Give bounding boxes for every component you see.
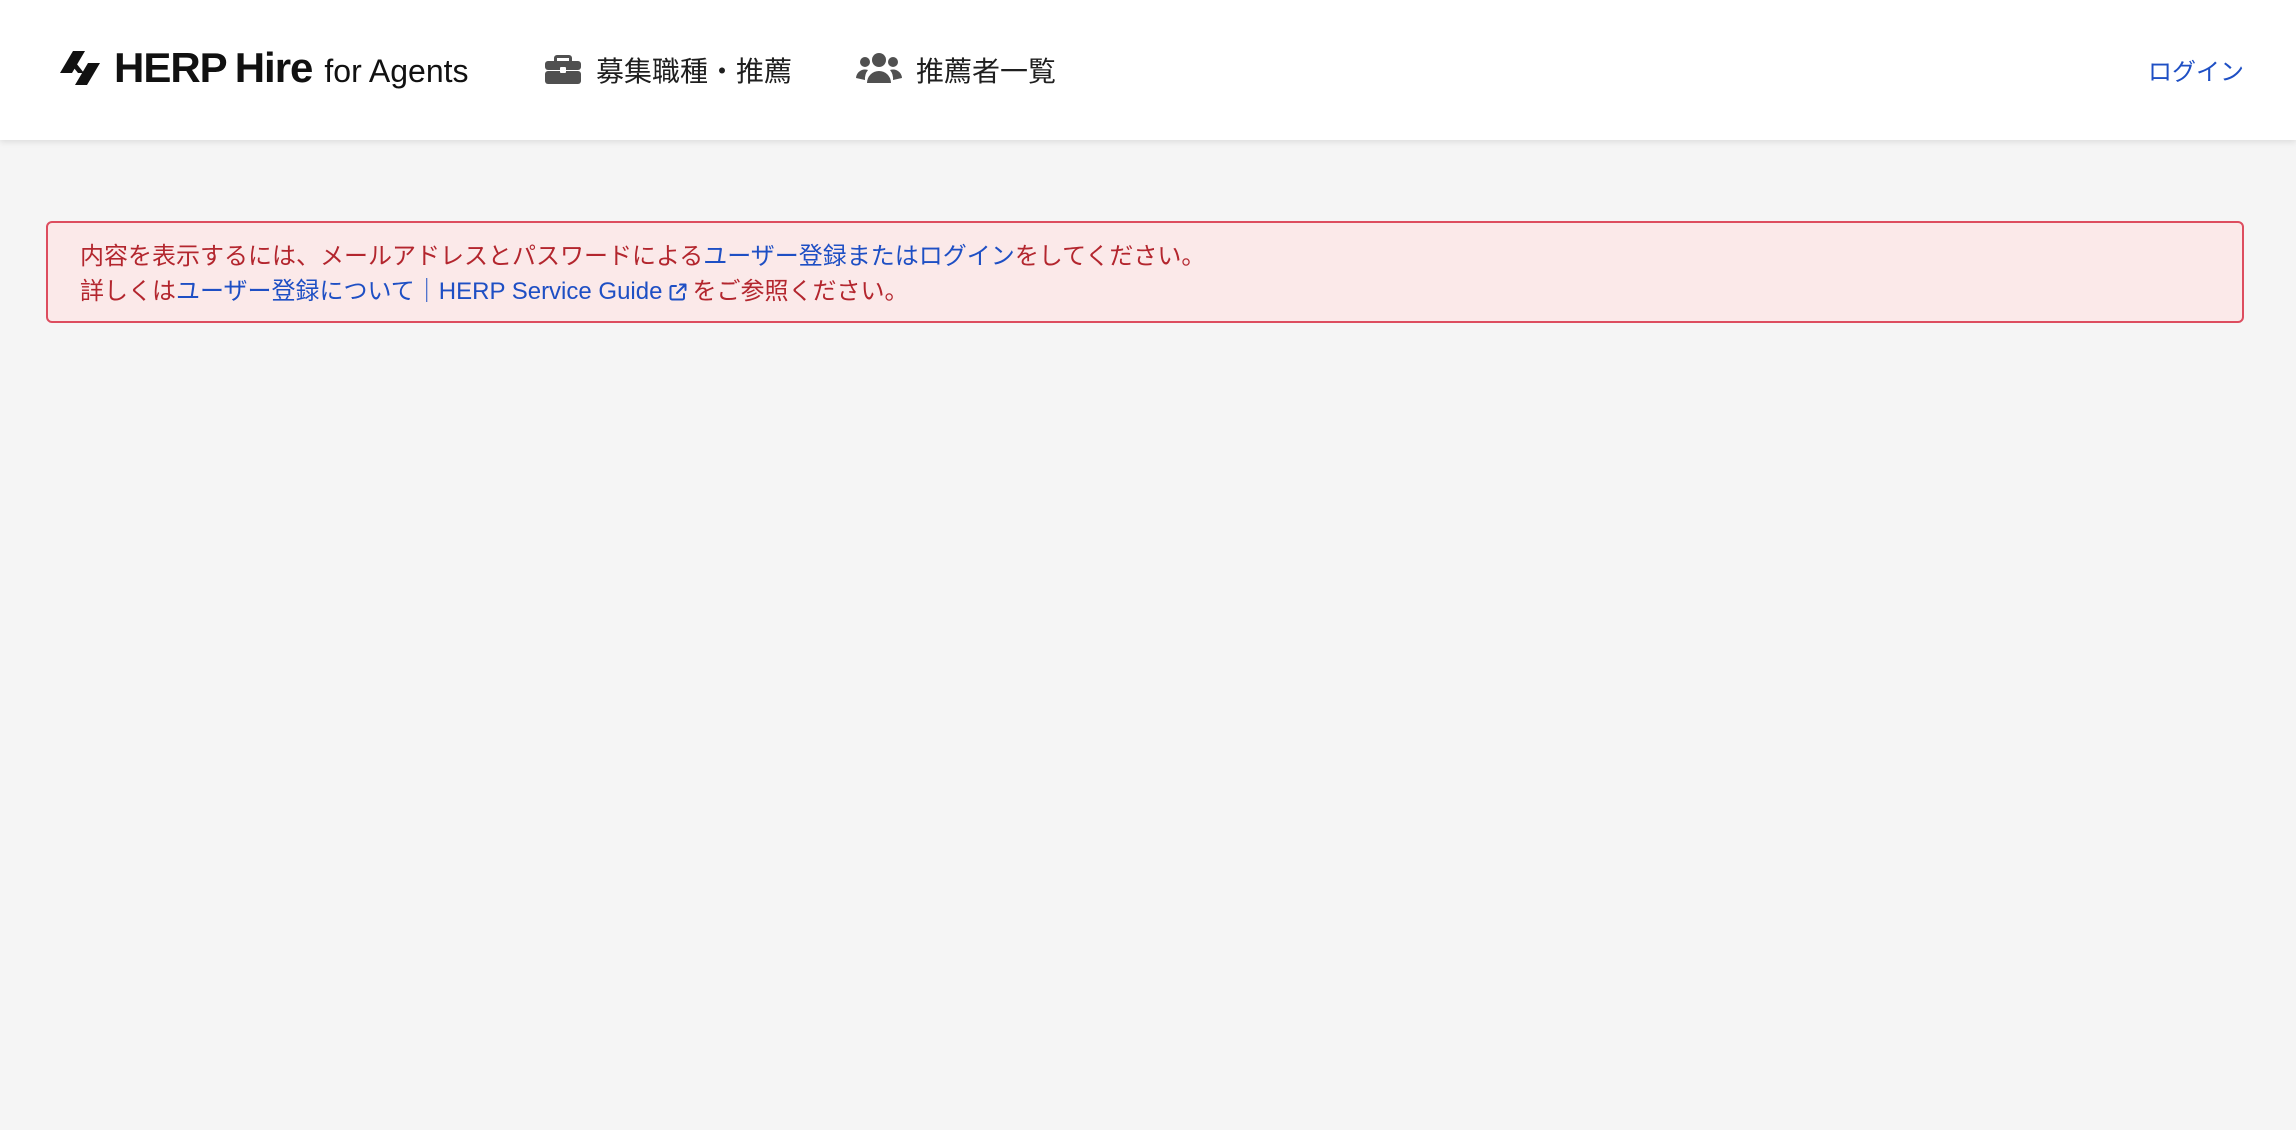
external-link-icon	[668, 277, 688, 312]
nav-jobs-label: 募集職種・推薦	[596, 56, 793, 87]
login-required-alert: 内容を表示するには、メールアドレスとパスワードによるユーザー登録またはログインを…	[46, 221, 2244, 323]
alert-line-2: 詳しくはユーザー登録について｜HERP Service Guide をご参照くださ…	[80, 274, 2210, 312]
users-icon	[856, 51, 902, 90]
service-guide-link[interactable]: ユーザー登録について｜HERP Service Guide	[176, 278, 692, 305]
alert-line1-prefix: 内容を表示するには、メールアドレスとパスワードによる	[80, 243, 704, 270]
alert-line2-prefix: 詳しくは	[80, 278, 176, 305]
login-link[interactable]: ログイン	[2148, 52, 2244, 87]
top-header: HERP Hire for Agents 募集職種・推薦 推薦者一覧 ログイン	[0, 0, 2296, 140]
service-guide-link-text: ユーザー登録について｜HERP Service Guide	[176, 278, 663, 305]
logo-brand-text: HERP	[114, 44, 228, 91]
alert-line1-suffix: をしてください。	[1014, 243, 1206, 270]
nav-candidates-label: 推薦者一覧	[916, 56, 1057, 87]
briefcase-icon	[544, 51, 582, 90]
nav-jobs[interactable]: 募集職種・推薦	[544, 48, 792, 92]
logo-brand-text-2: Hire	[234, 44, 314, 91]
nav-candidates[interactable]: 推薦者一覧	[856, 48, 1056, 92]
alert-line-1: 内容を表示するには、メールアドレスとパスワードによるユーザー登録またはログインを…	[80, 239, 2210, 274]
logo-suffix-text: for Agents	[324, 52, 469, 89]
alert-line2-suffix: をご参照ください。	[692, 278, 909, 305]
logo-link[interactable]: HERP Hire for Agents	[56, 44, 469, 92]
register-or-login-link[interactable]: ユーザー登録またはログイン	[703, 243, 1015, 270]
herp-logo-icon	[60, 51, 100, 85]
